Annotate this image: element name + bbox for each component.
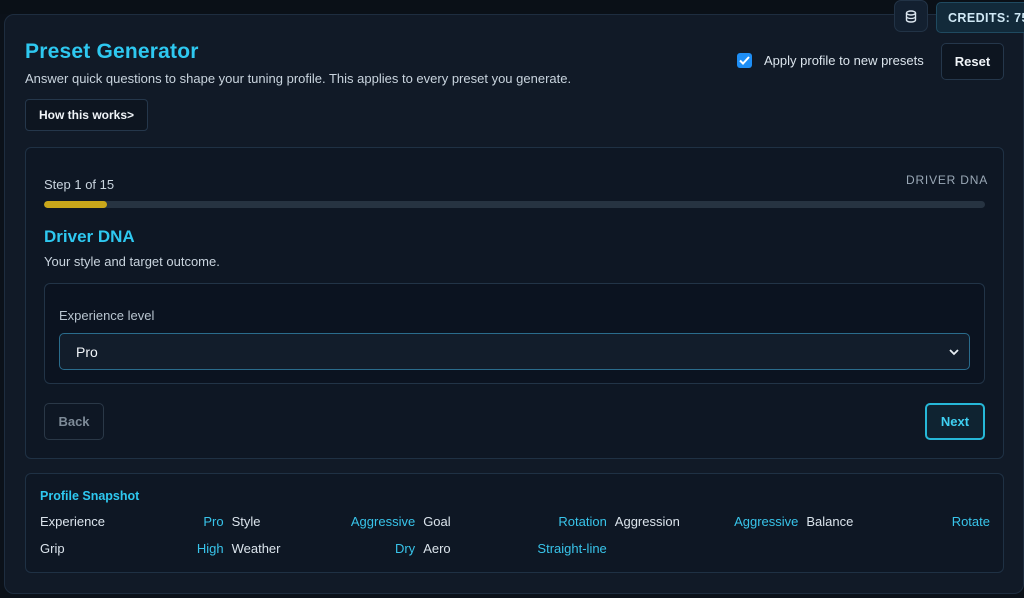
snapshot-value: Rotation bbox=[558, 514, 607, 529]
page-subtitle: Answer quick questions to shape your tun… bbox=[25, 71, 572, 86]
snapshot-item: Goal Rotation bbox=[423, 513, 607, 531]
snapshot-item: Style Aggressive bbox=[232, 513, 416, 531]
apply-profile-checkbox[interactable] bbox=[737, 53, 752, 68]
snapshot-item: Weather Dry bbox=[232, 540, 416, 558]
apply-profile-label: Apply profile to new presets bbox=[764, 53, 924, 68]
experience-level-label: Experience level bbox=[59, 308, 155, 323]
checkmark-icon bbox=[739, 56, 750, 65]
snapshot-value: Aggressive bbox=[734, 514, 799, 529]
progress-bar bbox=[44, 201, 985, 208]
section-subtitle: Your style and target outcome. bbox=[44, 254, 220, 269]
snapshot-label: Grip bbox=[40, 541, 65, 556]
snapshot-label: Style bbox=[231, 514, 261, 529]
selected-value: Pro bbox=[76, 343, 98, 360]
snapshot-value: Straight-line bbox=[537, 541, 607, 556]
step-counter: Step 1 of 15 bbox=[44, 177, 115, 192]
page-title: Preset Generator bbox=[25, 40, 199, 63]
snapshot-label: Weather bbox=[231, 541, 281, 556]
snapshot-value: Aggressive bbox=[350, 514, 416, 529]
profile-snapshot-grid: Experience Pro Style Aggressive Goal Rotati… bbox=[40, 513, 990, 558]
snapshot-item: Balance Rotate bbox=[806, 513, 990, 531]
how-this-works-button[interactable]: How this works> bbox=[25, 99, 148, 131]
snapshot-item: Aggression Aggressive bbox=[615, 513, 799, 531]
snapshot-label: Experience bbox=[40, 514, 106, 529]
snapshot-item: Grip High bbox=[40, 540, 224, 558]
snapshot-item: Aero Straight-line bbox=[423, 540, 607, 558]
step-section-tag: DRIVER DNA bbox=[906, 173, 989, 187]
snapshot-item: Experience Pro bbox=[40, 513, 224, 531]
snapshot-value: Pro bbox=[203, 514, 224, 529]
snapshot-value: High bbox=[196, 541, 224, 556]
next-button[interactable]: Next bbox=[925, 403, 985, 440]
snapshot-label: Goal bbox=[423, 514, 451, 529]
apply-profile-toggle[interactable]: Apply profile to new presets bbox=[737, 53, 924, 68]
snapshot-label: Aero bbox=[423, 541, 451, 556]
database-button[interactable] bbox=[894, 0, 928, 32]
snapshot-label: Balance bbox=[806, 514, 854, 529]
back-button[interactable]: Back bbox=[44, 403, 104, 440]
section-title: Driver DNA bbox=[44, 227, 135, 246]
top-bar bbox=[0, 0, 1024, 14]
snapshot-value: Dry bbox=[394, 541, 416, 556]
chevron-down-icon bbox=[949, 349, 959, 356]
profile-snapshot-title: Profile Snapshot bbox=[40, 489, 140, 503]
reset-button[interactable]: Reset bbox=[941, 43, 1004, 80]
snapshot-value: Rotate bbox=[951, 514, 990, 529]
credits-badge: CREDITS: 75 bbox=[936, 2, 1024, 33]
progress-fill bbox=[44, 201, 107, 208]
database-icon bbox=[905, 9, 917, 23]
snapshot-label: Aggression bbox=[614, 514, 680, 529]
experience-level-select[interactable]: Pro bbox=[59, 333, 970, 370]
